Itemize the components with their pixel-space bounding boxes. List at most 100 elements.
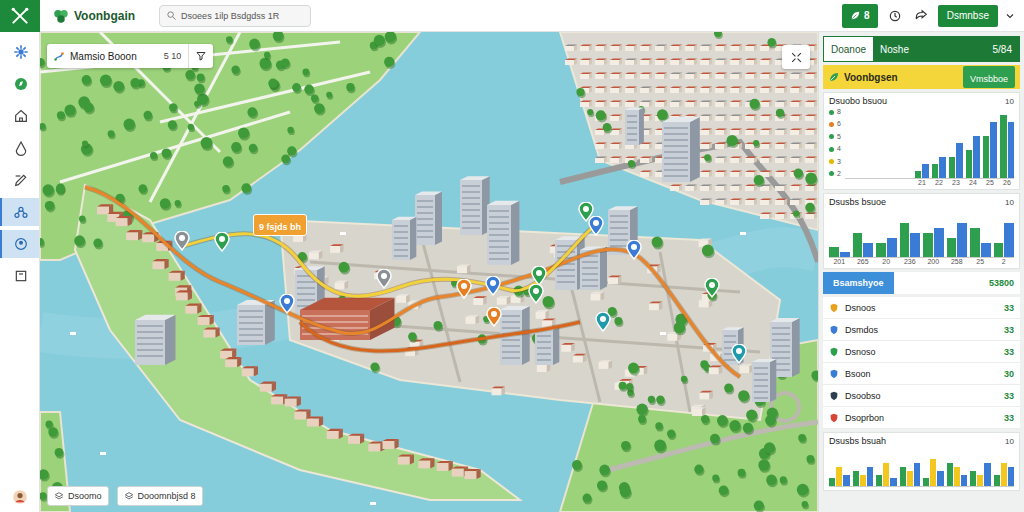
- chart-bar: [994, 475, 1000, 486]
- search-field[interactable]: Dsoees 1ilp Bsdgdss 1R: [159, 5, 311, 27]
- sidebar-item[interactable]: [0, 230, 39, 258]
- route-icon: [53, 50, 65, 62]
- chart-bar: [947, 463, 953, 486]
- map-drawing: [40, 32, 818, 512]
- bar-group: [983, 108, 997, 178]
- shield-icon: [829, 391, 839, 401]
- map-chip[interactable]: Dooomnbjsd 8: [117, 486, 203, 506]
- sidebar-item[interactable]: [0, 198, 39, 226]
- row-value: 33: [1004, 325, 1014, 335]
- chevron-down-icon: [1004, 10, 1016, 22]
- spacer: [0, 294, 39, 484]
- share-button[interactable]: [914, 9, 928, 23]
- map-pin[interactable]: [588, 216, 604, 236]
- panel-tab[interactable]: Doanoe: [824, 37, 873, 61]
- row-label: Dsoprbon: [845, 413, 884, 423]
- tab-label: Noshe: [880, 44, 909, 55]
- chart-bar: [840, 252, 850, 257]
- legend-dot: [829, 159, 834, 164]
- list-row[interactable]: Dsnoso33: [823, 341, 1020, 363]
- chart-bar: [983, 136, 990, 178]
- sidebar-item[interactable]: [0, 134, 39, 162]
- map-pin[interactable]: [279, 294, 295, 314]
- chart-tick: 22: [932, 179, 946, 186]
- chart-bar: [923, 233, 933, 257]
- list-row[interactable]: Dsmdos33: [823, 319, 1020, 341]
- panel-tab[interactable]: 5/84: [986, 37, 1019, 61]
- filter-button[interactable]: [188, 44, 213, 68]
- menu-button[interactable]: [1004, 10, 1016, 22]
- map-pin[interactable]: [214, 232, 230, 252]
- legend-label: 2: [837, 170, 841, 178]
- map-pin[interactable]: [174, 231, 190, 251]
- row-value: 30: [1004, 369, 1014, 379]
- sidebar-item[interactable]: [0, 262, 39, 290]
- chart-tick: 24: [966, 179, 980, 186]
- chart-body: 865432212223242526: [829, 108, 1014, 186]
- tab-label: Doanoe: [831, 44, 866, 55]
- chart-bar: [947, 238, 957, 257]
- summary-button[interactable]: Vmsbboe: [963, 66, 1015, 88]
- chart-tick: 21: [915, 179, 929, 186]
- main-area: Mamsio Booon5 109 fsjds bhDsoomoDooomnbj…: [0, 32, 1024, 512]
- bar-group: [947, 209, 968, 257]
- avatar-button[interactable]: [0, 488, 39, 512]
- map-pin[interactable]: [531, 266, 547, 286]
- map-pin[interactable]: [731, 344, 747, 364]
- map-pin[interactable]: [595, 312, 611, 332]
- map-pin[interactable]: [485, 276, 501, 296]
- chart-tick: 25: [970, 258, 991, 265]
- map-pin[interactable]: [486, 307, 502, 327]
- chart-body: [829, 448, 1014, 487]
- bar-group: [1000, 108, 1014, 178]
- action-button[interactable]: Dsmnbse: [938, 5, 998, 27]
- map-pin[interactable]: [376, 269, 392, 289]
- gear-icon: [13, 44, 29, 60]
- chart-bar: [932, 164, 939, 178]
- row-value: 33: [1004, 347, 1014, 357]
- chart-bar: [973, 136, 980, 178]
- sidebar-item[interactable]: [0, 70, 39, 98]
- chart-bar: [930, 459, 936, 486]
- chart-card: Dsuobo bsuou10865432212223242526: [823, 92, 1020, 190]
- chart-ticks: 212223242526: [845, 179, 1014, 186]
- map-mode-button[interactable]: 8: [842, 4, 878, 28]
- legend-item: 5: [829, 133, 841, 141]
- map-chip[interactable]: Dsoomo: [47, 486, 109, 506]
- sidebar-item[interactable]: [0, 102, 39, 130]
- sidebar-item[interactable]: [0, 166, 39, 194]
- panel-tab[interactable]: Noshe: [873, 37, 986, 61]
- sidebar-item[interactable]: [0, 38, 39, 66]
- map-pin[interactable]: [626, 240, 642, 260]
- chart-bar: [867, 467, 873, 486]
- map-pin[interactable]: [704, 278, 720, 298]
- map-search-card[interactable]: Mamsio Booon5 10: [47, 44, 213, 68]
- map-pin[interactable]: [528, 284, 544, 304]
- close-button[interactable]: [782, 45, 810, 69]
- list-row[interactable]: Dsoprbon33: [823, 407, 1020, 429]
- chart-bar: [966, 150, 973, 178]
- top-bar: VoonbgainDsoees 1ilp Bsdgdss 1R8Dsmnbse: [0, 0, 1024, 32]
- list-total-box: 53800: [989, 272, 1020, 294]
- map-canvas[interactable]: Mamsio Booon5 109 fsjds bhDsoomoDooomnbj…: [40, 32, 818, 512]
- tab-label: 5/84: [993, 44, 1012, 55]
- chart-bar: [876, 475, 882, 486]
- chart-card: Dsusbs bsuoe1020126520236200258252: [823, 193, 1020, 269]
- list-row[interactable]: Dsnoos33: [823, 297, 1020, 319]
- legend-label: 4: [837, 145, 841, 153]
- list-tab[interactable]: Bsamshyoe: [823, 272, 894, 294]
- chart-bar: [1001, 463, 1007, 486]
- chart-bar: [853, 233, 863, 257]
- list-row[interactable]: Bsoon30: [823, 363, 1020, 385]
- bar-group: [915, 108, 929, 178]
- list-row[interactable]: Dsoobso33: [823, 385, 1020, 407]
- card-title: Mamsio Booon: [70, 51, 137, 62]
- chart-tick: 2: [994, 258, 1015, 265]
- map-pin[interactable]: [456, 279, 472, 299]
- tools-icon: [10, 6, 30, 26]
- map-chips: Dsoomo Dooomnbjsd 8: [47, 486, 203, 506]
- clock-button[interactable]: [888, 9, 902, 23]
- chart-header: Dsusbs bsuoe10: [829, 197, 1014, 207]
- chart-bar: [887, 238, 897, 257]
- chart-plot: [829, 448, 1014, 487]
